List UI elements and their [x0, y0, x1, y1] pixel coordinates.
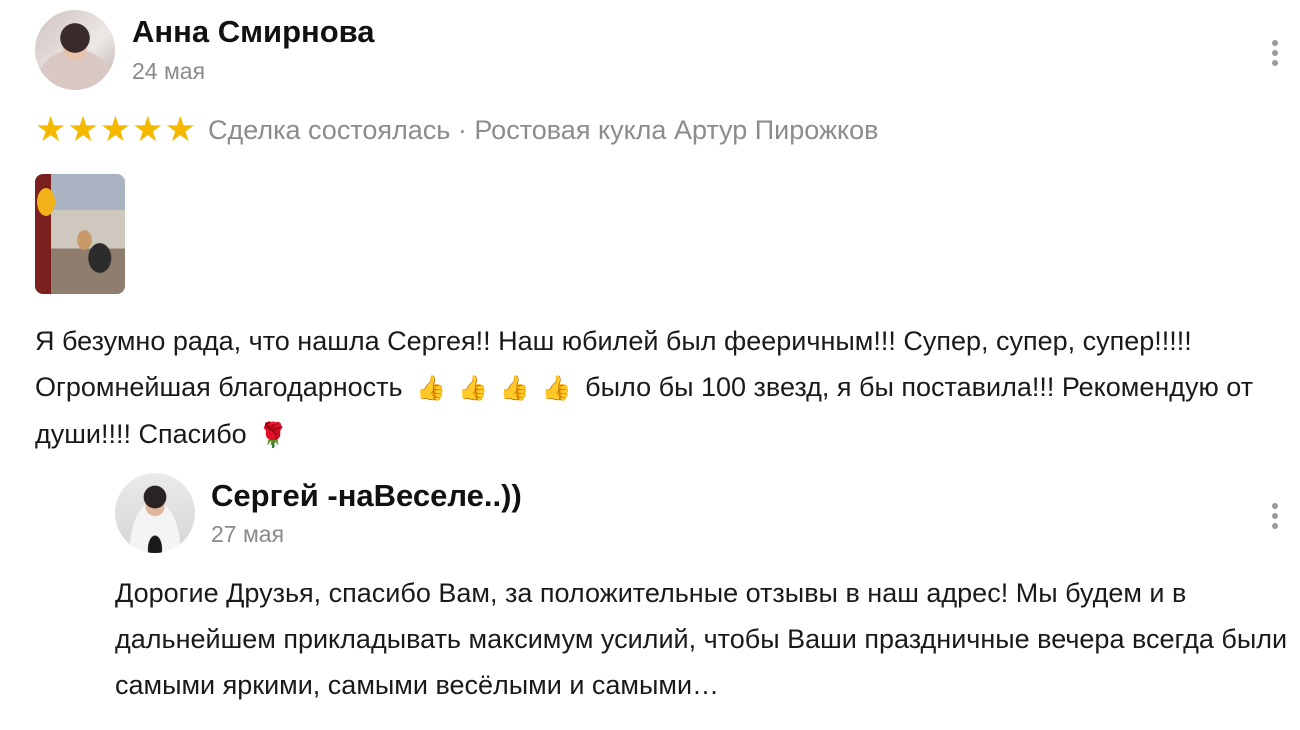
- review-date: 24 мая: [132, 58, 206, 84]
- star-icon: ★: [67, 109, 99, 150]
- review-photo[interactable]: [35, 174, 125, 294]
- rating-line: ★ ★ ★ ★ ★ Сделка состоялась · Ростовая к…: [35, 110, 879, 150]
- reply-more-options-icon[interactable]: [1272, 503, 1278, 529]
- thumbs-up-icon: 👍: [499, 374, 530, 402]
- star-icon: ★: [99, 109, 132, 150]
- more-options-icon[interactable]: [1272, 40, 1278, 66]
- review-text: Я безумно рада, что нашла Сергея!! Наш ю…: [35, 318, 1265, 458]
- reply-date: 27 мая: [211, 521, 285, 547]
- star-icon: ★: [132, 109, 164, 150]
- thumbs-up-icon: 👍: [458, 374, 488, 402]
- rating-stars: ★ ★ ★ ★ ★: [35, 109, 196, 150]
- review-card: Анна Смирнова 24 мая ★ ★ ★ ★ ★ Сделка со…: [0, 0, 1300, 730]
- thumbs-up-icon: 👍: [541, 374, 572, 402]
- reply-author-avatar[interactable]: [115, 473, 195, 553]
- deal-status: Сделка состоялась · Ростовая кукла Артур…: [207, 114, 879, 145]
- rose-icon: 🌹: [258, 421, 289, 449]
- reply-author-name[interactable]: Сергей -наВеселе..)): [211, 478, 522, 514]
- thumbs-up-icon: 👍: [416, 374, 446, 402]
- author-avatar[interactable]: [35, 10, 115, 90]
- star-icon: ★: [164, 109, 196, 150]
- author-name[interactable]: Анна Смирнова: [132, 14, 375, 50]
- reply-text: Дорогие Друзья, спасибо Вам, за положите…: [115, 578, 1288, 700]
- star-icon: ★: [35, 109, 67, 150]
